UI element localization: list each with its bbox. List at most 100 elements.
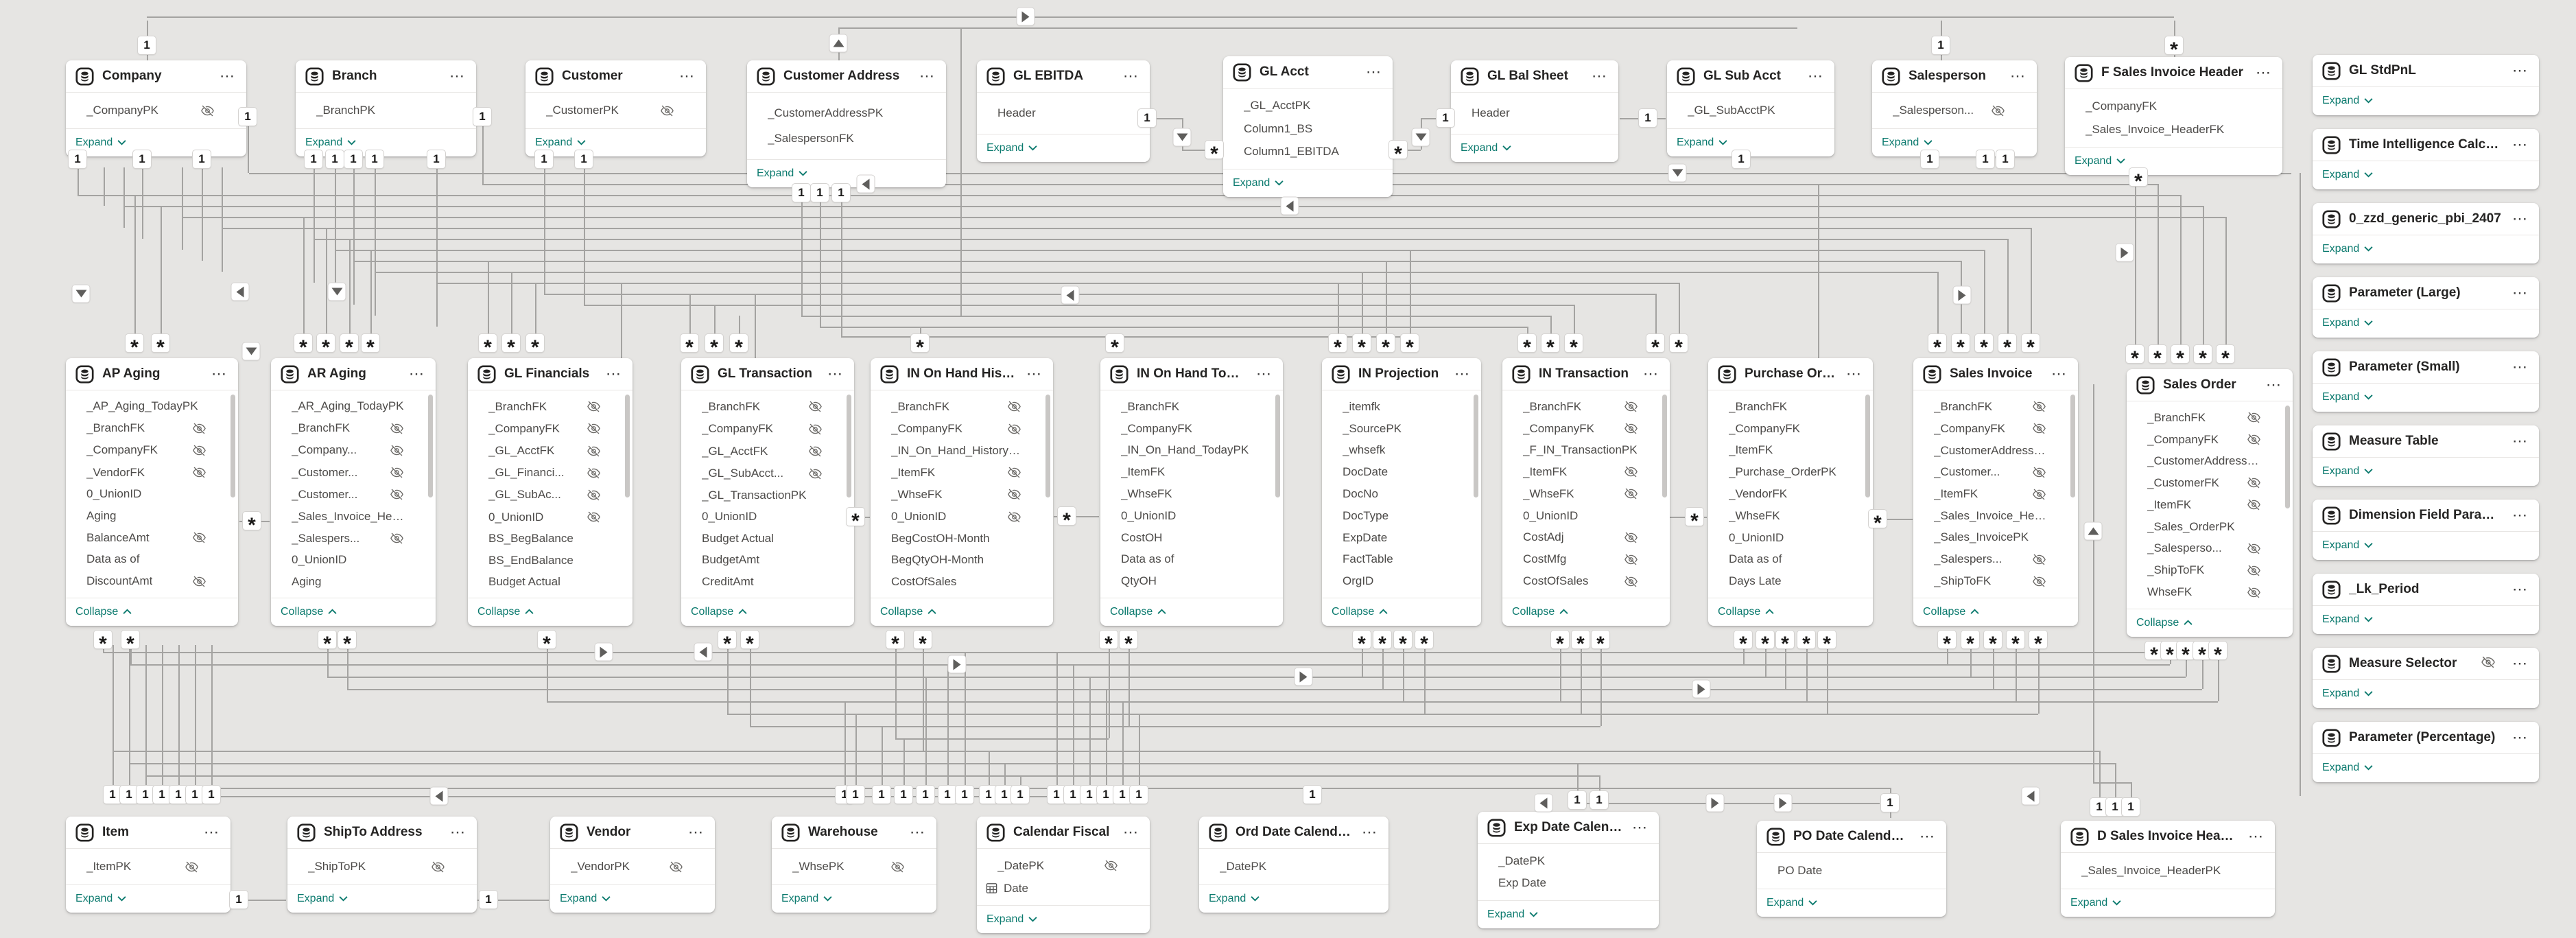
eye-off-icon[interactable]: [192, 574, 206, 589]
field-row-salespersonfk[interactable]: _SalespersonFK: [747, 132, 946, 145]
table-menu-button[interactable]: ⋯: [2511, 586, 2529, 593]
field-row-aging[interactable]: Aging: [66, 509, 238, 523]
table-menu-button[interactable]: ⋯: [2265, 382, 2283, 388]
field-row-shiptofk[interactable]: _ShipToFK: [1913, 574, 2078, 589]
table-menu-button[interactable]: ⋯: [2511, 512, 2529, 519]
collapse-link[interactable]: Collapse: [271, 598, 436, 626]
field-row-whsefk[interactable]: _WhseFK: [1708, 509, 1873, 523]
table-card-d-sales-invoice-header[interactable]: D Sales Invoice Header⋯_Sales_Invoice_He…: [2061, 821, 2275, 917]
field-row-gl-subacctpk[interactable]: _GL_SubAcctPK: [1667, 104, 1834, 117]
field-row-whsepk[interactable]: _WhsePK: [772, 860, 936, 874]
field-row-data-as-of[interactable]: Data as of: [1708, 552, 1873, 566]
field-row-sales-invoice-headerpk[interactable]: _Sales_Invoice_HeaderPK: [2061, 864, 2275, 878]
eye-off-icon[interactable]: [1007, 399, 1021, 414]
table-menu-button[interactable]: ⋯: [604, 371, 623, 377]
field-row-companyfk[interactable]: _CompanyFK: [1100, 422, 1283, 436]
field-row-customer[interactable]: _Customer...: [271, 465, 436, 480]
expand-link[interactable]: Expand: [66, 128, 246, 156]
table-menu-button[interactable]: ⋯: [1631, 824, 1649, 831]
eye-off-icon[interactable]: [1624, 399, 1638, 414]
field-row-data-as-of[interactable]: Data as of: [66, 552, 238, 566]
eye-off-icon[interactable]: [1007, 422, 1021, 436]
field-row-itemfk[interactable]: _ItemFK: [1708, 443, 1873, 457]
eye-off-icon[interactable]: [390, 443, 404, 458]
table-menu-button[interactable]: ⋯: [1122, 829, 1140, 836]
table-menu-button[interactable]: ⋯: [202, 829, 221, 836]
field-row-begcostoh-month[interactable]: BegCostOH-Month: [871, 532, 1053, 546]
expand-link[interactable]: Expand: [1478, 900, 1659, 928]
table-card-dimension-field-param[interactable]: Dimension Field Param...⋯Expand: [2313, 500, 2539, 560]
collapse-link[interactable]: Collapse: [1322, 598, 1481, 626]
table-card-po-date-calendar-fiscal[interactable]: PO Date Calendar Fiscal⋯PO DateExpand: [1757, 821, 1946, 917]
table-menu-button[interactable]: ⋯: [2511, 364, 2529, 371]
field-row-column1-ebitda[interactable]: Column1_EBITDA: [1223, 145, 1393, 159]
table-card-0-zzd-generic-pbi-2407[interactable]: 0_zzd_generic_pbi_2407⋯Expand: [2313, 203, 2539, 263]
field-row-itempk[interactable]: _ItemPK: [66, 860, 231, 874]
field-list-scrollbar[interactable]: [428, 395, 433, 497]
eye-off-icon[interactable]: [1104, 858, 1118, 873]
field-row-in-on-hand-todaypk[interactable]: _IN_On_Hand_TodayPK: [1100, 443, 1283, 457]
eye-off-icon[interactable]: [2032, 421, 2046, 436]
field-row-companyfk[interactable]: _CompanyFK: [681, 422, 854, 436]
eye-off-icon[interactable]: [587, 421, 601, 436]
eye-off-icon[interactable]: [587, 466, 601, 480]
field-row-0-unionid[interactable]: 0_UnionID: [66, 487, 238, 501]
expand-link[interactable]: Expand: [2313, 384, 2539, 411]
field-list-scrollbar[interactable]: [1865, 395, 1870, 497]
field-row-whsefk[interactable]: _whsefk: [1322, 443, 1481, 457]
field-row-companyfk[interactable]: _CompanyFK: [1502, 421, 1670, 436]
table-menu-button[interactable]: ⋯: [2247, 833, 2265, 840]
field-row-gl-subacct[interactable]: _GL_SubAcct...: [681, 467, 854, 481]
table-card-f-sales-invoice-header[interactable]: F Sales Invoice Header⋯_CompanyFK_Sales_…: [2065, 57, 2282, 175]
eye-off-icon[interactable]: [2247, 585, 2261, 600]
field-row-itemfk[interactable]: _ItemFK: [1502, 465, 1670, 479]
table-card-customer[interactable]: Customer⋯_CustomerPKExpand: [525, 60, 706, 156]
field-row-f-in-transactionpk[interactable]: _F_IN_TransactionPK: [1502, 443, 1670, 457]
field-row-sales-invoice-head[interactable]: _Sales_Invoice_Head...: [1913, 509, 2078, 523]
field-row-costoh[interactable]: CostOH: [1100, 531, 1283, 545]
expand-link[interactable]: Expand: [772, 884, 936, 913]
field-row-itemfk[interactable]: _ItemFK: [871, 465, 1053, 480]
eye-off-icon[interactable]: [2032, 574, 2046, 589]
expand-link[interactable]: Expand: [747, 159, 946, 187]
table-menu-button[interactable]: ⋯: [448, 73, 466, 80]
table-card-time-intelligence-calcul[interactable]: Time Intelligence Calcul...⋯Expand: [2313, 129, 2539, 189]
expand-link[interactable]: Expand: [1451, 134, 1618, 162]
eye-off-icon[interactable]: [669, 860, 683, 874]
field-row-datepk[interactable]: _DatePK: [1199, 860, 1389, 873]
field-row-ar-aging-todaypk[interactable]: _AR_Aging_TodayPK: [271, 399, 436, 413]
expand-link[interactable]: Expand: [2313, 309, 2539, 337]
expand-link[interactable]: Expand: [2313, 87, 2539, 115]
field-row-budget-actual[interactable]: Budget Actual: [468, 575, 633, 589]
table-menu-button[interactable]: ⋯: [2254, 69, 2273, 76]
field-row-branchfk[interactable]: _BranchFK: [2127, 410, 2293, 425]
field-row-datepk[interactable]: _DatePK: [977, 858, 1150, 873]
eye-off-icon[interactable]: [390, 531, 404, 546]
collapse-link[interactable]: Collapse: [871, 598, 1053, 626]
eye-off-icon[interactable]: [192, 443, 206, 458]
field-row-shiptofk[interactable]: _ShipToFK: [2127, 563, 2293, 578]
field-row-facttable[interactable]: FactTable: [1322, 552, 1481, 566]
eye-off-icon[interactable]: [2247, 476, 2261, 490]
expand-link[interactable]: Expand: [287, 884, 477, 913]
field-row-companyfk[interactable]: _CompanyFK: [1913, 421, 2078, 436]
field-row-itemfk[interactable]: _ItemFK: [1100, 465, 1283, 479]
field-row-branchfk[interactable]: _BranchFK: [1100, 400, 1283, 414]
table-menu-button[interactable]: ⋯: [218, 73, 237, 80]
eye-off-icon[interactable]: [1007, 487, 1021, 502]
field-row-branchfk[interactable]: _BranchFK: [66, 421, 238, 436]
field-row-companypk[interactable]: _CompanyPK: [66, 104, 246, 118]
expand-link[interactable]: Expand: [2065, 147, 2282, 175]
eye-off-icon[interactable]: [808, 399, 823, 414]
field-row-0-unionid[interactable]: 0_UnionID: [1100, 509, 1283, 523]
expand-link[interactable]: Expand: [2313, 161, 2539, 189]
field-row-itemfk[interactable]: _itemfk: [1322, 400, 1481, 414]
table-card-branch[interactable]: Branch⋯_BranchPKExpand: [296, 60, 476, 156]
eye-off-icon[interactable]: [587, 399, 601, 414]
field-row-customeraddressfk[interactable]: _CustomerAddressFK: [1913, 444, 2078, 458]
table-card-gl-acct[interactable]: GL Acct⋯_GL_AcctPKColumn1_BSColumn1_EBIT…: [1223, 56, 1393, 197]
eye-off-icon[interactable]: [890, 860, 905, 874]
table-menu-button[interactable]: ⋯: [1590, 73, 1609, 80]
expand-link[interactable]: Expand: [66, 884, 231, 913]
collapse-link[interactable]: Collapse: [1502, 598, 1670, 626]
